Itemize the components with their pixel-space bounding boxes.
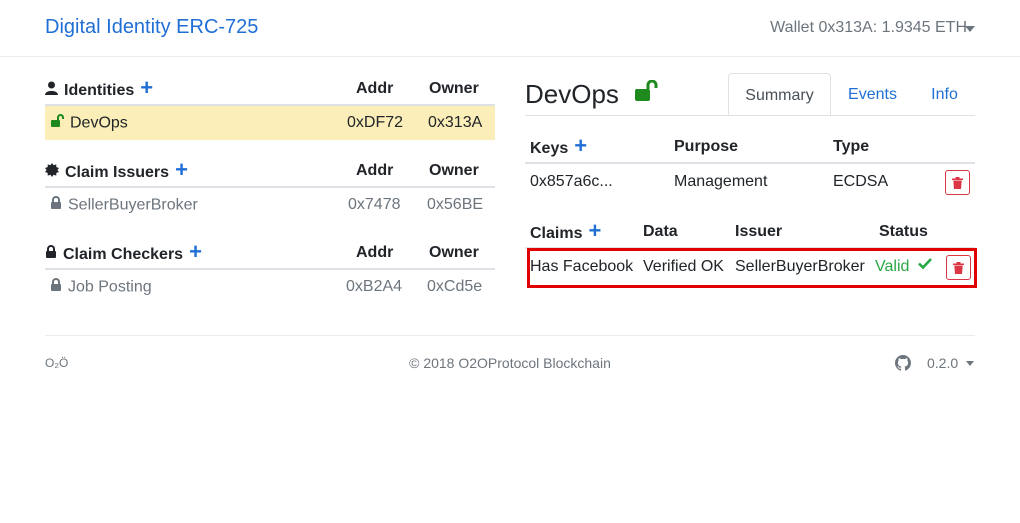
claim-row-claim: Has Facebook bbox=[530, 258, 634, 275]
add-claim-checker-button[interactable]: + bbox=[189, 241, 202, 263]
claims-col-claims: Claims + bbox=[530, 218, 602, 243]
claims-header-divider bbox=[525, 247, 975, 249]
add-identity-button[interactable]: + bbox=[140, 77, 153, 99]
footer-divider bbox=[45, 335, 975, 336]
identity-row-name: DevOps bbox=[50, 114, 128, 133]
keys-col-purpose: Purpose bbox=[674, 138, 739, 155]
add-claim-button[interactable]: + bbox=[588, 220, 601, 242]
lock-icon bbox=[45, 245, 57, 264]
add-claim-issuer-button[interactable]: + bbox=[175, 159, 188, 181]
key-row-key: 0x857a6c... bbox=[530, 173, 613, 190]
claim-checkers-heading-label: Claim Checkers bbox=[63, 246, 184, 263]
identity-row-addr: 0xDF72 bbox=[347, 114, 404, 131]
lock-icon bbox=[50, 196, 62, 215]
key-row-purpose: Management bbox=[674, 173, 768, 190]
top-navbar: Digital Identity ERC-725 Wallet 0x313A: … bbox=[0, 0, 1020, 57]
tab-summary[interactable]: Summary bbox=[728, 73, 831, 116]
certificate-icon bbox=[45, 163, 59, 182]
claim-issuer-row-owner: 0x56BE bbox=[427, 196, 484, 213]
github-icon[interactable] bbox=[895, 355, 911, 376]
footer-copyright: © 2018 O2OProtocol Blockchain bbox=[409, 355, 611, 371]
keys-col-keys: Keys + bbox=[530, 133, 588, 158]
claims-col-status: Status bbox=[879, 223, 928, 240]
check-icon bbox=[917, 256, 932, 274]
claim-issuer-row[interactable]: SellerBuyerBroker 0x7478 0x56BE bbox=[45, 188, 495, 222]
claim-issuers-col-addr: Addr bbox=[356, 162, 394, 179]
key-row-type: ECDSA bbox=[833, 173, 889, 190]
claim-issuers-col-owner: Owner bbox=[429, 162, 479, 179]
claim-checker-row-name: Job Posting bbox=[50, 278, 152, 297]
claim-checker-row-owner: 0xCd5e bbox=[427, 278, 483, 295]
add-key-button[interactable]: + bbox=[574, 135, 587, 157]
tabs-divider bbox=[525, 115, 975, 116]
claims-col-issuer: Issuer bbox=[735, 223, 783, 240]
identities-heading: Identities + bbox=[45, 77, 153, 100]
claim-row-data: Verified OK bbox=[643, 258, 724, 275]
version-caret-icon[interactable] bbox=[966, 361, 974, 366]
claim-row-issuer: SellerBuyerBroker bbox=[735, 258, 865, 275]
unlock-icon bbox=[634, 78, 658, 109]
user-icon bbox=[45, 81, 58, 100]
claim-row-status: Valid bbox=[875, 258, 938, 276]
tab-info[interactable]: Info bbox=[918, 73, 971, 116]
keys-header-divider bbox=[525, 162, 975, 164]
claim-issuers-heading-label: Claim Issuers bbox=[65, 164, 170, 181]
identity-row-devops[interactable]: DevOps 0xDF72 0x313A bbox=[45, 106, 495, 140]
claim-checker-row[interactable]: Job Posting 0xB2A4 0xCd5e bbox=[45, 270, 495, 304]
identity-detail-title: DevOps bbox=[525, 79, 664, 110]
identity-row-owner: 0x313A bbox=[428, 114, 483, 131]
brand-title[interactable]: Digital Identity ERC-725 bbox=[45, 16, 258, 39]
version-dropdown[interactable]: 0.2.0 bbox=[927, 355, 958, 371]
trash-icon bbox=[953, 261, 964, 274]
trash-icon bbox=[952, 176, 963, 189]
claim-issuer-row-name: SellerBuyerBroker bbox=[50, 196, 198, 215]
claim-checker-row-addr: 0xB2A4 bbox=[346, 278, 403, 295]
unlock-icon bbox=[50, 114, 64, 133]
identities-col-addr: Addr bbox=[356, 80, 394, 97]
claim-issuers-heading: Claim Issuers + bbox=[45, 159, 188, 182]
delete-key-button[interactable] bbox=[945, 170, 970, 195]
delete-claim-button[interactable] bbox=[946, 255, 971, 280]
identities-heading-label: Identities bbox=[64, 82, 135, 99]
claim-checkers-col-addr: Addr bbox=[356, 244, 394, 261]
claim-checkers-heading: Claim Checkers + bbox=[45, 241, 202, 264]
wallet-caret-icon[interactable] bbox=[965, 26, 975, 32]
identities-col-owner: Owner bbox=[429, 80, 479, 97]
claim-checkers-col-owner: Owner bbox=[429, 244, 479, 261]
wallet-dropdown[interactable]: Wallet 0x313A: 1.9345 ETH bbox=[770, 19, 967, 37]
keys-col-type: Type bbox=[833, 138, 870, 155]
tab-events[interactable]: Events bbox=[835, 73, 910, 116]
claim-issuer-row-addr: 0x7478 bbox=[348, 196, 401, 213]
lock-icon bbox=[50, 278, 62, 297]
claims-col-data: Data bbox=[643, 223, 678, 240]
